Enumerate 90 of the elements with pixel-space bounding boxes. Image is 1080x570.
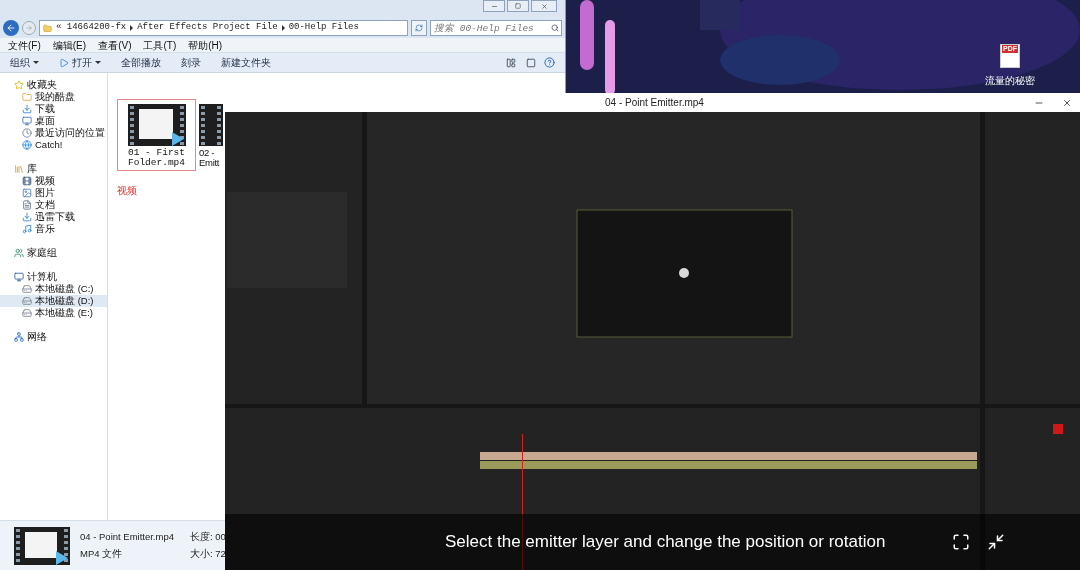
search-field[interactable]: 搜索 00-Help Files	[430, 20, 562, 36]
sidebar-item[interactable]: 计算机	[0, 271, 107, 283]
download-icon	[22, 104, 32, 114]
desktop-icon-label[interactable]: 流量的秘密	[985, 73, 1035, 88]
view-options-button[interactable]	[506, 57, 516, 68]
close-button[interactable]	[531, 0, 557, 12]
sidebar-item[interactable]: 文档	[0, 199, 107, 211]
minimize-button[interactable]	[483, 0, 505, 12]
network-icon	[14, 332, 24, 342]
document-icon	[22, 200, 32, 210]
download-icon	[22, 212, 32, 222]
globe-icon	[22, 140, 32, 150]
folder-icon	[43, 23, 52, 33]
users-icon	[14, 248, 24, 258]
breadcrumb[interactable]: « 14664200-fx	[56, 21, 127, 35]
file-item[interactable]: 01 - First Folder.mp4	[117, 99, 196, 171]
preview-pane-button[interactable]	[526, 57, 536, 68]
sidebar-item[interactable]: 本地磁盘 (C:)	[0, 283, 107, 295]
play-icon	[59, 57, 69, 68]
maximize-button[interactable]	[507, 0, 529, 12]
sidebar-item[interactable]: 本地磁盘 (E:)	[0, 307, 107, 319]
back-button[interactable]	[3, 20, 19, 36]
image-icon	[22, 188, 32, 198]
maximize-icon	[515, 3, 521, 9]
menu-item[interactable]: 工具(T)	[143, 37, 177, 53]
menu-item[interactable]: 文件(F)	[8, 37, 41, 53]
breadcrumb[interactable]: 00-Help Files	[288, 21, 359, 35]
breadcrumb-arrow-icon	[281, 25, 285, 31]
drive-icon	[22, 308, 32, 318]
toolbar-button[interactable]: 打开	[59, 55, 101, 70]
sidebar-item[interactable]: Catch!	[0, 139, 107, 151]
file-name: 02 - Emitt	[199, 148, 221, 168]
sidebar-item[interactable]: 图片	[0, 187, 107, 199]
sidebar-item[interactable]: 视频	[0, 175, 107, 187]
toolbar-button[interactable]: 刻录	[181, 55, 201, 70]
search-icon	[551, 24, 559, 32]
back-arrow-icon	[6, 23, 16, 33]
forward-button[interactable]	[22, 21, 36, 35]
menu-item[interactable]: 帮助(H)	[188, 37, 223, 53]
drive-icon	[22, 296, 32, 306]
clock-icon	[22, 128, 32, 138]
window-title: 04 - Point Emitter.mp4	[605, 96, 704, 110]
computer-icon	[14, 272, 24, 282]
close-icon	[540, 2, 548, 10]
toolbar-button[interactable]: 新建文件夹	[221, 55, 271, 70]
breadcrumb[interactable]: After Effects Project File	[137, 21, 278, 35]
address-bar[interactable]: « 14664200-fx After Effects Project File 00-Help Files	[39, 20, 408, 36]
sidebar-item[interactable]: 桌面	[0, 115, 107, 127]
breadcrumb-arrow-icon	[130, 25, 134, 31]
sidebar-item[interactable]: 本地磁盘 (D:)	[0, 295, 107, 307]
film-icon	[22, 176, 32, 186]
menu-item[interactable]: 查看(V)	[98, 37, 132, 53]
file-length: 长度: 00	[190, 530, 226, 545]
file-name: 04 - Point Emitter.mp4	[80, 530, 175, 545]
forward-arrow-icon	[25, 24, 33, 32]
drive-icon	[22, 284, 32, 294]
fullscreen-icon[interactable]	[952, 533, 970, 551]
help-icon	[544, 57, 555, 68]
sidebar-item[interactable]: 家庭组	[0, 247, 107, 259]
file-item[interactable]: 02 - Emitt	[198, 99, 225, 171]
music-icon	[22, 224, 32, 234]
sidebar-item[interactable]: 我的酷盘	[0, 91, 107, 103]
view-icon	[506, 57, 516, 68]
folder-icon	[22, 92, 32, 102]
sidebar-item[interactable]: 最近访问的位置	[0, 127, 107, 139]
file-type: MP4 文件	[80, 546, 124, 561]
sidebar-item[interactable]: 音乐	[0, 223, 107, 235]
caret-icon	[95, 61, 101, 64]
sidebar-item[interactable]: 下载	[0, 103, 107, 115]
menu-item[interactable]: 编辑(E)	[52, 37, 87, 53]
close-icon[interactable]	[1062, 97, 1072, 108]
refresh-icon	[415, 24, 423, 32]
toolbar-button[interactable]: 全部播放	[121, 55, 161, 70]
monitor-icon	[22, 116, 32, 126]
refresh-button[interactable]	[411, 20, 427, 36]
sidebar-item[interactable]: 库	[0, 163, 107, 175]
sidebar-item[interactable]: 迅雷下载	[0, 211, 107, 223]
library-icon	[14, 164, 24, 174]
caret-icon	[33, 61, 39, 64]
sidebar-item[interactable]: 收藏夹	[0, 79, 107, 91]
file-name: 01 - First Folder.mp4	[127, 148, 186, 168]
group-label: 视频	[117, 184, 137, 198]
help-button[interactable]	[544, 57, 555, 68]
exit-fullscreen-icon[interactable]	[987, 533, 1005, 551]
pane-icon	[526, 57, 536, 68]
star-icon	[14, 80, 24, 90]
file-size: 大小: 72	[190, 546, 226, 561]
toolbar-button[interactable]: 组织	[10, 55, 39, 70]
sidebar-item[interactable]: 网络	[0, 331, 107, 343]
subtitle: Select the emitter layer and change the position or rotation	[445, 531, 886, 554]
